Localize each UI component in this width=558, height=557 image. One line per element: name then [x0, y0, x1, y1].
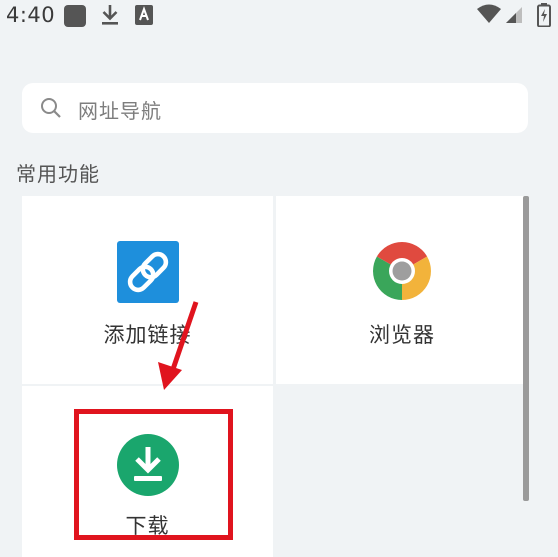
- browser-label: 浏览器: [369, 323, 435, 347]
- status-bar: 4:40: [0, 0, 558, 32]
- scrollbar[interactable]: [523, 196, 529, 501]
- section-title: 常用功能: [16, 162, 100, 186]
- status-time: 4:40: [6, 3, 56, 27]
- a-icon: [135, 5, 153, 29]
- download-tile[interactable]: 下载: [22, 386, 273, 557]
- wifi-icon: [476, 4, 502, 28]
- battery-icon: [537, 3, 551, 31]
- download-label: 下载: [125, 514, 170, 538]
- add-link-label: 添加链接: [103, 323, 192, 347]
- browser-tile[interactable]: 浏览器: [276, 196, 528, 384]
- search-box[interactable]: 网址导航: [22, 83, 528, 133]
- search-icon: [40, 97, 62, 123]
- browser-icon: [372, 241, 432, 305]
- download-circle-icon: [117, 434, 179, 500]
- square-icon: [63, 4, 87, 32]
- signal-icon: [505, 6, 523, 28]
- search-input[interactable]: 网址导航: [78, 95, 162, 124]
- feature-grid: 添加链接 浏览器 下载: [22, 196, 528, 557]
- add-link-tile[interactable]: 添加链接: [22, 196, 273, 384]
- link-icon: [117, 241, 179, 307]
- download-icon: [99, 3, 121, 31]
